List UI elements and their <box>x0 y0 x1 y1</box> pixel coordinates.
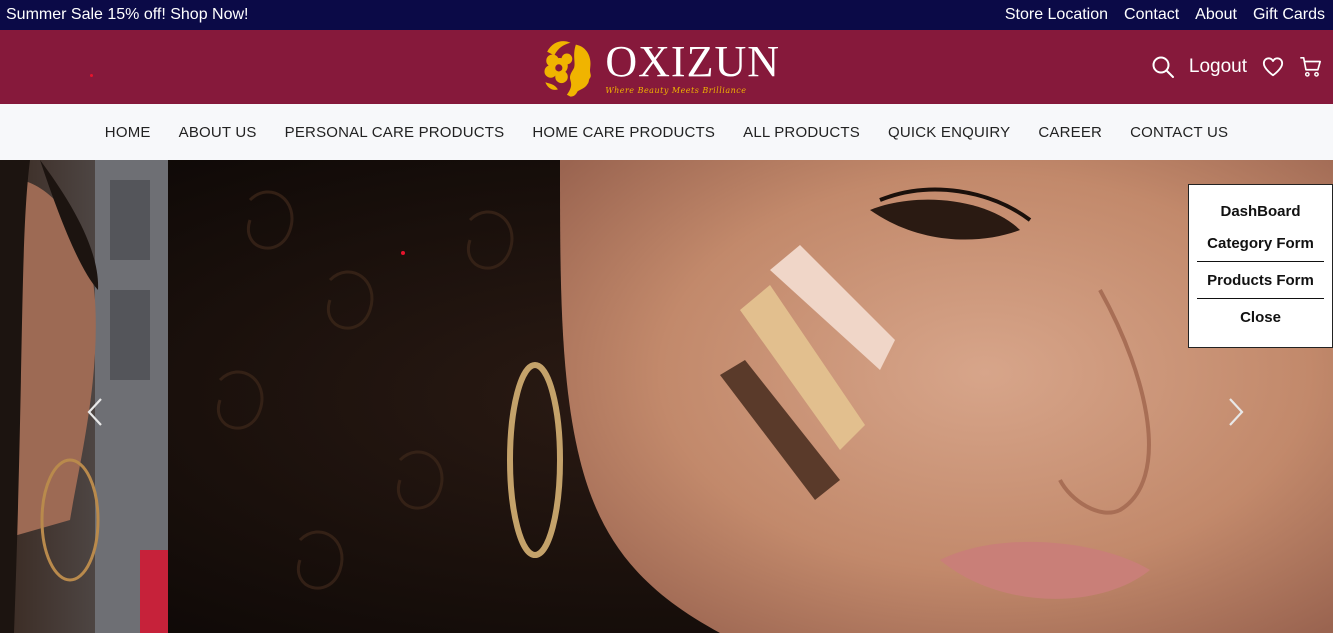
decorative-dot <box>90 74 93 77</box>
contact-link[interactable]: Contact <box>1124 6 1179 24</box>
close-menu-button[interactable]: Close <box>1197 299 1324 335</box>
nav-contact-us[interactable]: CONTACT US <box>1130 124 1228 141</box>
hero-carousel[interactable] <box>0 160 1333 633</box>
store-location-link[interactable]: Store Location <box>1005 6 1108 24</box>
dashboard-link[interactable]: DashBoard <box>1197 197 1324 229</box>
heart-icon[interactable] <box>1261 55 1285 79</box>
gift-cards-link[interactable]: Gift Cards <box>1253 6 1325 24</box>
logout-button[interactable]: Logout <box>1189 56 1247 78</box>
nav-home-care-products[interactable]: HOME CARE PRODUCTS <box>532 124 715 141</box>
promo-link[interactable]: Summer Sale 15% off! Shop Now! <box>6 6 249 24</box>
brand-tagline: Where Beauty Meets Brilliance <box>605 85 747 95</box>
nav-quick-enquiry[interactable]: QUICK ENQUIRY <box>888 124 1010 141</box>
header-actions: Logout <box>1151 30 1323 104</box>
search-icon[interactable] <box>1151 55 1175 79</box>
promo-bar: Summer Sale 15% off! Shop Now! Store Loc… <box>0 0 1333 30</box>
logo-flower-face-icon <box>544 41 591 97</box>
category-form-link[interactable]: Category Form <box>1197 229 1324 262</box>
brand-header: OXIZUN Where Beauty Meets Brilliance Log… <box>0 30 1333 104</box>
main-nav: HOME ABOUT US PERSONAL CARE PRODUCTS HOM… <box>0 104 1333 160</box>
nav-home[interactable]: HOME <box>105 124 151 141</box>
nav-all-products[interactable]: ALL PRODUCTS <box>743 124 860 141</box>
nav-about-us[interactable]: ABOUT US <box>179 124 257 141</box>
brand-name: OXIZUN <box>605 36 780 86</box>
nav-personal-care-products[interactable]: PERSONAL CARE PRODUCTS <box>285 124 505 141</box>
chevron-left-icon[interactable] <box>80 395 110 429</box>
cart-icon[interactable] <box>1299 55 1323 79</box>
top-links: Store Location Contact About Gift Cards <box>1005 6 1325 24</box>
products-form-link[interactable]: Products Form <box>1197 262 1324 299</box>
about-link[interactable]: About <box>1195 6 1237 24</box>
brand-logo[interactable]: OXIZUN Where Beauty Meets Brilliance <box>540 30 780 104</box>
admin-menu: DashBoard Category Form Products Form Cl… <box>1188 184 1333 348</box>
nav-career[interactable]: CAREER <box>1038 124 1102 141</box>
chevron-right-icon[interactable] <box>1221 395 1251 429</box>
logo-text: OXIZUN Where Beauty Meets Brilliance <box>605 36 780 95</box>
hero-image <box>0 160 1333 633</box>
